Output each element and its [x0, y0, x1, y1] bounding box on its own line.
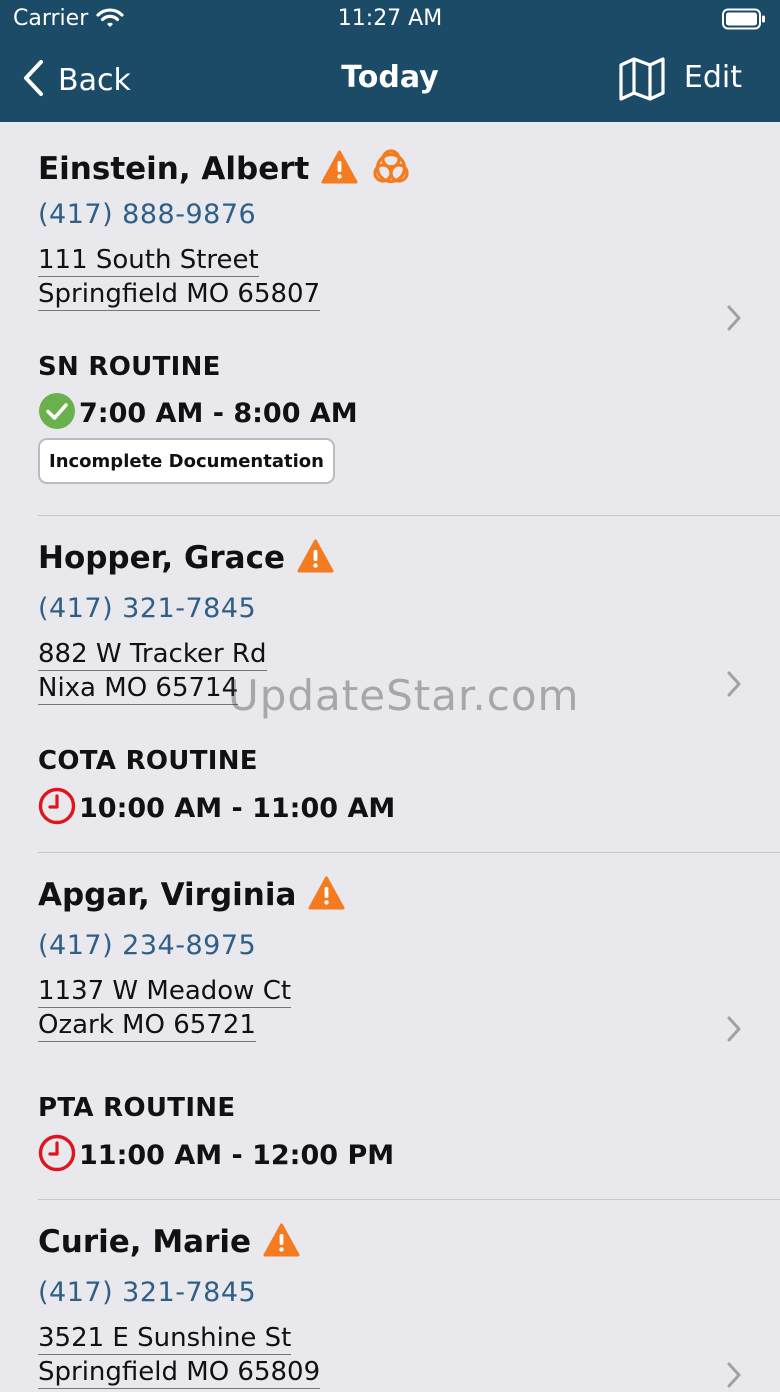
address-line-2[interactable]: Ozark MO 65721 [38, 1009, 256, 1042]
back-label: Back [58, 62, 131, 98]
chevron-right-icon [727, 1016, 741, 1046]
battery-icon [722, 8, 766, 34]
patient-name-row: Einstein, Albert [38, 146, 412, 192]
visit-time: 7:00 AM - 8:00 AM [79, 397, 358, 429]
map-icon[interactable] [618, 55, 666, 107]
address-line-1[interactable]: 3521 E Sunshine St [38, 1322, 292, 1355]
warning-icon [251, 1223, 300, 1261]
visit-item[interactable]: Curie, Marie (417) 321-7845 3521 E Sunsh… [0, 1200, 780, 1389]
navigation-bar: Back Today Edit [0, 40, 780, 122]
visit-time-row: 11:00 AM - 12:00 PM [38, 1134, 394, 1176]
check-complete-icon [38, 392, 76, 434]
service-type: PTA ROUTINE [38, 1093, 236, 1123]
address-line-2[interactable]: Springfield MO 65809 [38, 1356, 321, 1389]
patient-name: Apgar, Virginia [38, 877, 297, 913]
patient-phone-link[interactable]: (417) 234-8975 [38, 930, 256, 961]
patient-phone-link[interactable]: (417) 321-7845 [38, 1277, 256, 1308]
chevron-right-icon [727, 1362, 741, 1392]
visit-item[interactable]: Apgar, Virginia (417) 234-8975 1137 W Me… [0, 853, 780, 1200]
patient-phone-link[interactable]: (417) 321-7845 [38, 593, 256, 624]
chevron-left-icon [22, 59, 44, 101]
warning-icon [285, 539, 334, 577]
biohazard-icon [358, 146, 412, 192]
visit-list: Einstein, Albert (417) 888-9876 111 Sout… [0, 122, 780, 1389]
patient-name: Hopper, Grace [38, 540, 286, 576]
patient-name-row: Curie, Marie [38, 1223, 300, 1261]
address-line-1[interactable]: 111 South Street [38, 244, 259, 277]
patient-name-row: Apgar, Virginia [38, 876, 345, 914]
clock-time: 11:27 AM [337, 6, 443, 31]
clock-icon [38, 787, 76, 829]
address-line-1[interactable]: 882 W Tracker Rd [38, 638, 267, 671]
visit-time-row: 10:00 AM - 11:00 AM [38, 787, 395, 829]
address-line-2[interactable]: Springfield MO 65807 [38, 278, 321, 311]
visit-item[interactable]: Einstein, Albert (417) 888-9876 111 Sout… [0, 122, 780, 516]
visit-time: 10:00 AM - 11:00 AM [79, 792, 396, 824]
status-bar: Carrier 11:27 AM [0, 0, 780, 40]
patient-name: Einstein, Albert [38, 151, 310, 187]
status-badge: Incomplete Documentation [38, 438, 335, 484]
clock-icon [38, 1134, 76, 1176]
visit-item[interactable]: Hopper, Grace (417) 321-7845 882 W Track… [0, 516, 780, 853]
warning-icon [296, 876, 345, 914]
patient-name-row: Hopper, Grace [38, 539, 334, 577]
visit-time: 11:00 AM - 12:00 PM [79, 1139, 395, 1171]
warning-icon [309, 150, 358, 188]
back-button[interactable]: Back [22, 58, 131, 102]
patient-phone-link[interactable]: (417) 888-9876 [38, 199, 256, 230]
chevron-right-icon [727, 305, 741, 335]
visit-time-row: 7:00 AM - 8:00 AM [38, 392, 358, 434]
address-line-2[interactable]: Nixa MO 65714 [38, 672, 239, 705]
chevron-right-icon [727, 671, 741, 701]
edit-button[interactable]: Edit [684, 60, 742, 95]
patient-name: Curie, Marie [38, 1224, 252, 1260]
service-type: SN ROUTINE [38, 352, 221, 382]
service-type: COTA ROUTINE [38, 746, 258, 776]
address-line-1[interactable]: 1137 W Meadow Ct [38, 975, 292, 1008]
